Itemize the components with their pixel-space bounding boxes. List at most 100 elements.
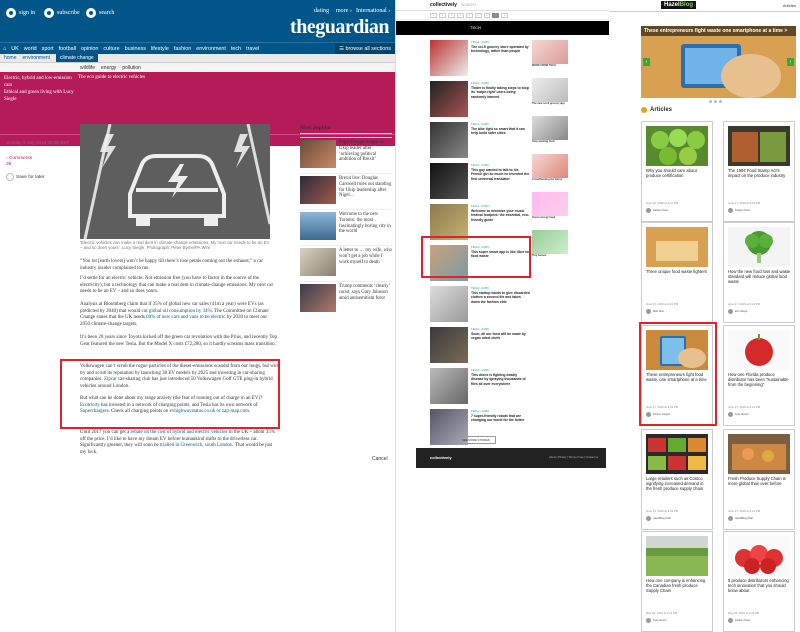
rebate-link[interactable]: rebate on the cost of hybrid and electri… <box>131 430 228 435</box>
collectively-logo[interactable]: collectively <box>430 2 457 8</box>
article-card[interactable]: Large retailers such as Costco signifyin… <box>641 429 713 530</box>
story-item[interactable]: TECH • 4 MIN Tinder is finally taking ste… <box>430 81 530 121</box>
sidebar-thumbnail <box>532 116 568 140</box>
popular-item[interactable]: Welcome to the new Toronto: the most fas… <box>300 209 392 243</box>
sidebar-story[interactable]: MORE FROM TECH <box>532 40 568 74</box>
edition-link[interactable]: International › <box>356 8 390 14</box>
carousel-dot[interactable] <box>714 100 717 103</box>
category-tab-active[interactable]: • <box>492 12 500 18</box>
story-thumbnail <box>430 327 468 363</box>
category-tab[interactable]: • <box>501 12 509 18</box>
article-card[interactable]: 5 produce distributors enhancing tech in… <box>723 531 795 632</box>
nav-tech[interactable]: tech <box>231 46 241 52</box>
popular-item[interactable]: Brexit live: Douglas Carswell rules out … <box>300 173 392 207</box>
comments-link[interactable]: › Comments 39 <box>6 156 32 168</box>
ecotricity-link[interactable]: Ecotricity <box>80 403 100 408</box>
carousel-dot[interactable] <box>719 100 722 103</box>
avatar <box>646 412 651 417</box>
hero-carousel[interactable]: These entrepreneurs fight waste one smar… <box>641 26 796 98</box>
search-input[interactable]: SEARCH <box>461 3 476 7</box>
subscribe-link[interactable]: subscribe <box>44 8 80 18</box>
category-tab[interactable]: • <box>474 12 482 18</box>
sidebar-story[interactable]: The new sci-fi grocery app <box>532 78 568 112</box>
carousel-dot[interactable] <box>709 100 712 103</box>
greenwich-trial-link[interactable]: trialled in Greenwich, south London <box>160 443 233 448</box>
subnav-pollution[interactable]: pollution <box>122 65 141 71</box>
series-title: The eco guide to electric vehicles <box>78 75 146 80</box>
footer-logo[interactable]: collectively <box>430 455 452 460</box>
more-link[interactable]: more › <box>336 8 352 14</box>
sidebar-story[interactable]: Crowdfunding the future <box>532 154 568 188</box>
story-item[interactable]: TECH • 4 MIN This super smart app is like… <box>430 245 530 285</box>
dating-link[interactable]: dating <box>314 8 329 14</box>
articles-menu-link[interactable]: Articles <box>783 3 796 8</box>
oil-consumption-link[interactable]: cut global oil consumption by 34% <box>142 309 212 314</box>
category-tab[interactable]: • <box>465 12 473 18</box>
article-card[interactable]: The 1984 Food Stamp Act's impact on the … <box>723 121 795 222</box>
popular-item[interactable]: Trump comments ‘clearly’ racist, says Ga… <box>300 281 392 315</box>
series-label[interactable]: Electric, hybrid and low-emission cars E… <box>4 75 74 103</box>
electric-cars-link[interactable]: 60% of new cars and vans to be electric <box>146 315 225 320</box>
hero-title[interactable]: These entrepreneurs fight waste one smar… <box>641 26 796 36</box>
article-card[interactable]: How one Florida produce distributor has … <box>723 325 795 426</box>
story-item[interactable]: TECH • 4 MIN Soon, all our food will be m… <box>430 327 530 367</box>
popular-item[interactable]: Nigel Farage resigns as Ukip leader afte… <box>300 137 392 171</box>
breadcrumb-home[interactable]: home <box>4 55 17 61</box>
subnav-energy[interactable]: energy <box>101 65 116 71</box>
category-tab[interactable]: • <box>456 12 464 18</box>
story-item[interactable]: TECH • 4 MIN Welcome to minimize your mus… <box>430 204 530 244</box>
nav-sport[interactable]: sport <box>42 46 54 52</box>
browse-all-sections-button[interactable]: ☰ browse all sections <box>335 43 395 54</box>
carousel-dots[interactable] <box>709 100 722 103</box>
nav-travel[interactable]: travel <box>246 46 259 52</box>
category-tab[interactable]: • <box>447 12 455 18</box>
article-card[interactable]: These entrepreneurs fight food waste, on… <box>641 325 713 426</box>
category-tab[interactable]: • <box>430 12 437 18</box>
superchargers-link[interactable]: Superchargers <box>80 409 109 414</box>
nav-uk[interactable]: UK <box>11 46 19 52</box>
popular-item[interactable]: A letter to … my wife, who won’t get a j… <box>300 245 392 279</box>
carousel-next-icon[interactable]: › <box>787 58 794 66</box>
sidebar-stories: MORE FROM TECH The new sci-fi grocery ap… <box>532 40 568 268</box>
story-item[interactable]: TECH • 4 MIN The sci-fi grocery store ope… <box>430 40 530 80</box>
category-tab[interactable]: • <box>483 12 491 18</box>
nav-culture[interactable]: culture <box>103 46 119 52</box>
hazelblog-logo[interactable]: HazelBlog <box>661 1 697 9</box>
zipcar-link[interactable]: Zipcar <box>104 377 117 382</box>
search-link[interactable]: search <box>86 8 114 18</box>
article-card[interactable]: Three unique food waste fighters June 15… <box>641 222 713 323</box>
guardian-header: sign in subscribe search dating more › I… <box>0 0 395 42</box>
sidebar-story[interactable]: Stop wasting food <box>532 116 568 150</box>
nav-environment[interactable]: environment <box>196 46 226 52</box>
story-item[interactable]: TECH • 4 MIN This guy wanted to talk to h… <box>430 163 530 203</box>
nav-football[interactable]: football <box>59 46 76 52</box>
signin-link[interactable]: sign in <box>6 8 35 18</box>
nav-world[interactable]: world <box>24 46 37 52</box>
cancel-button[interactable]: Cancel <box>372 456 388 462</box>
category-tab[interactable]: • <box>438 12 446 18</box>
nav-lifestyle[interactable]: lifestyle <box>151 46 169 52</box>
nav-business[interactable]: business <box>125 46 146 52</box>
article-card[interactable]: Why you should care about produce certif… <box>641 121 713 222</box>
subnav-wildlife[interactable]: wildlife <box>80 65 95 71</box>
sidebar-story[interactable]: Green energy hack <box>532 192 568 226</box>
breadcrumb-environment[interactable]: environment <box>23 55 51 61</box>
sidebar-story[interactable]: Tiny homes <box>532 230 568 264</box>
story-item[interactable]: TECH • 4 MIN The bike light so smart that… <box>430 122 530 162</box>
carousel-prev-icon[interactable]: ‹ <box>643 58 650 66</box>
footer-links[interactable]: About | Privacy | Terms of use | Contact… <box>549 456 598 459</box>
story-item[interactable]: TECH • 4 MIN This startup wants to give d… <box>430 286 530 326</box>
home-icon[interactable]: ⌂ <box>3 46 6 52</box>
breadcrumb-climate-change[interactable]: climate change <box>56 54 98 62</box>
article-card[interactable]: How the new food loss and waste standard… <box>723 222 795 323</box>
story-item[interactable]: TECH • 4 MIN This drone is fighting deadl… <box>430 368 530 408</box>
author-link[interactable]: Lucy Siegle <box>6 127 32 133</box>
nav-opinion[interactable]: opinion <box>81 46 98 52</box>
charging-points-link[interactable]: evhighwaystatus.co.uk or zap-map.com <box>170 409 249 414</box>
article-card[interactable]: How one company is enhancing the Canadia… <box>641 531 713 632</box>
article-card[interactable]: Fresh Produce Supply Chain is more globa… <box>723 429 795 530</box>
save-for-later-button[interactable]: Save for later <box>6 173 45 181</box>
see-more-button[interactable]: SEE MORE STORIES <box>456 436 496 444</box>
guardian-logo[interactable]: theguardian <box>290 16 389 39</box>
nav-fashion[interactable]: fashion <box>174 46 191 52</box>
